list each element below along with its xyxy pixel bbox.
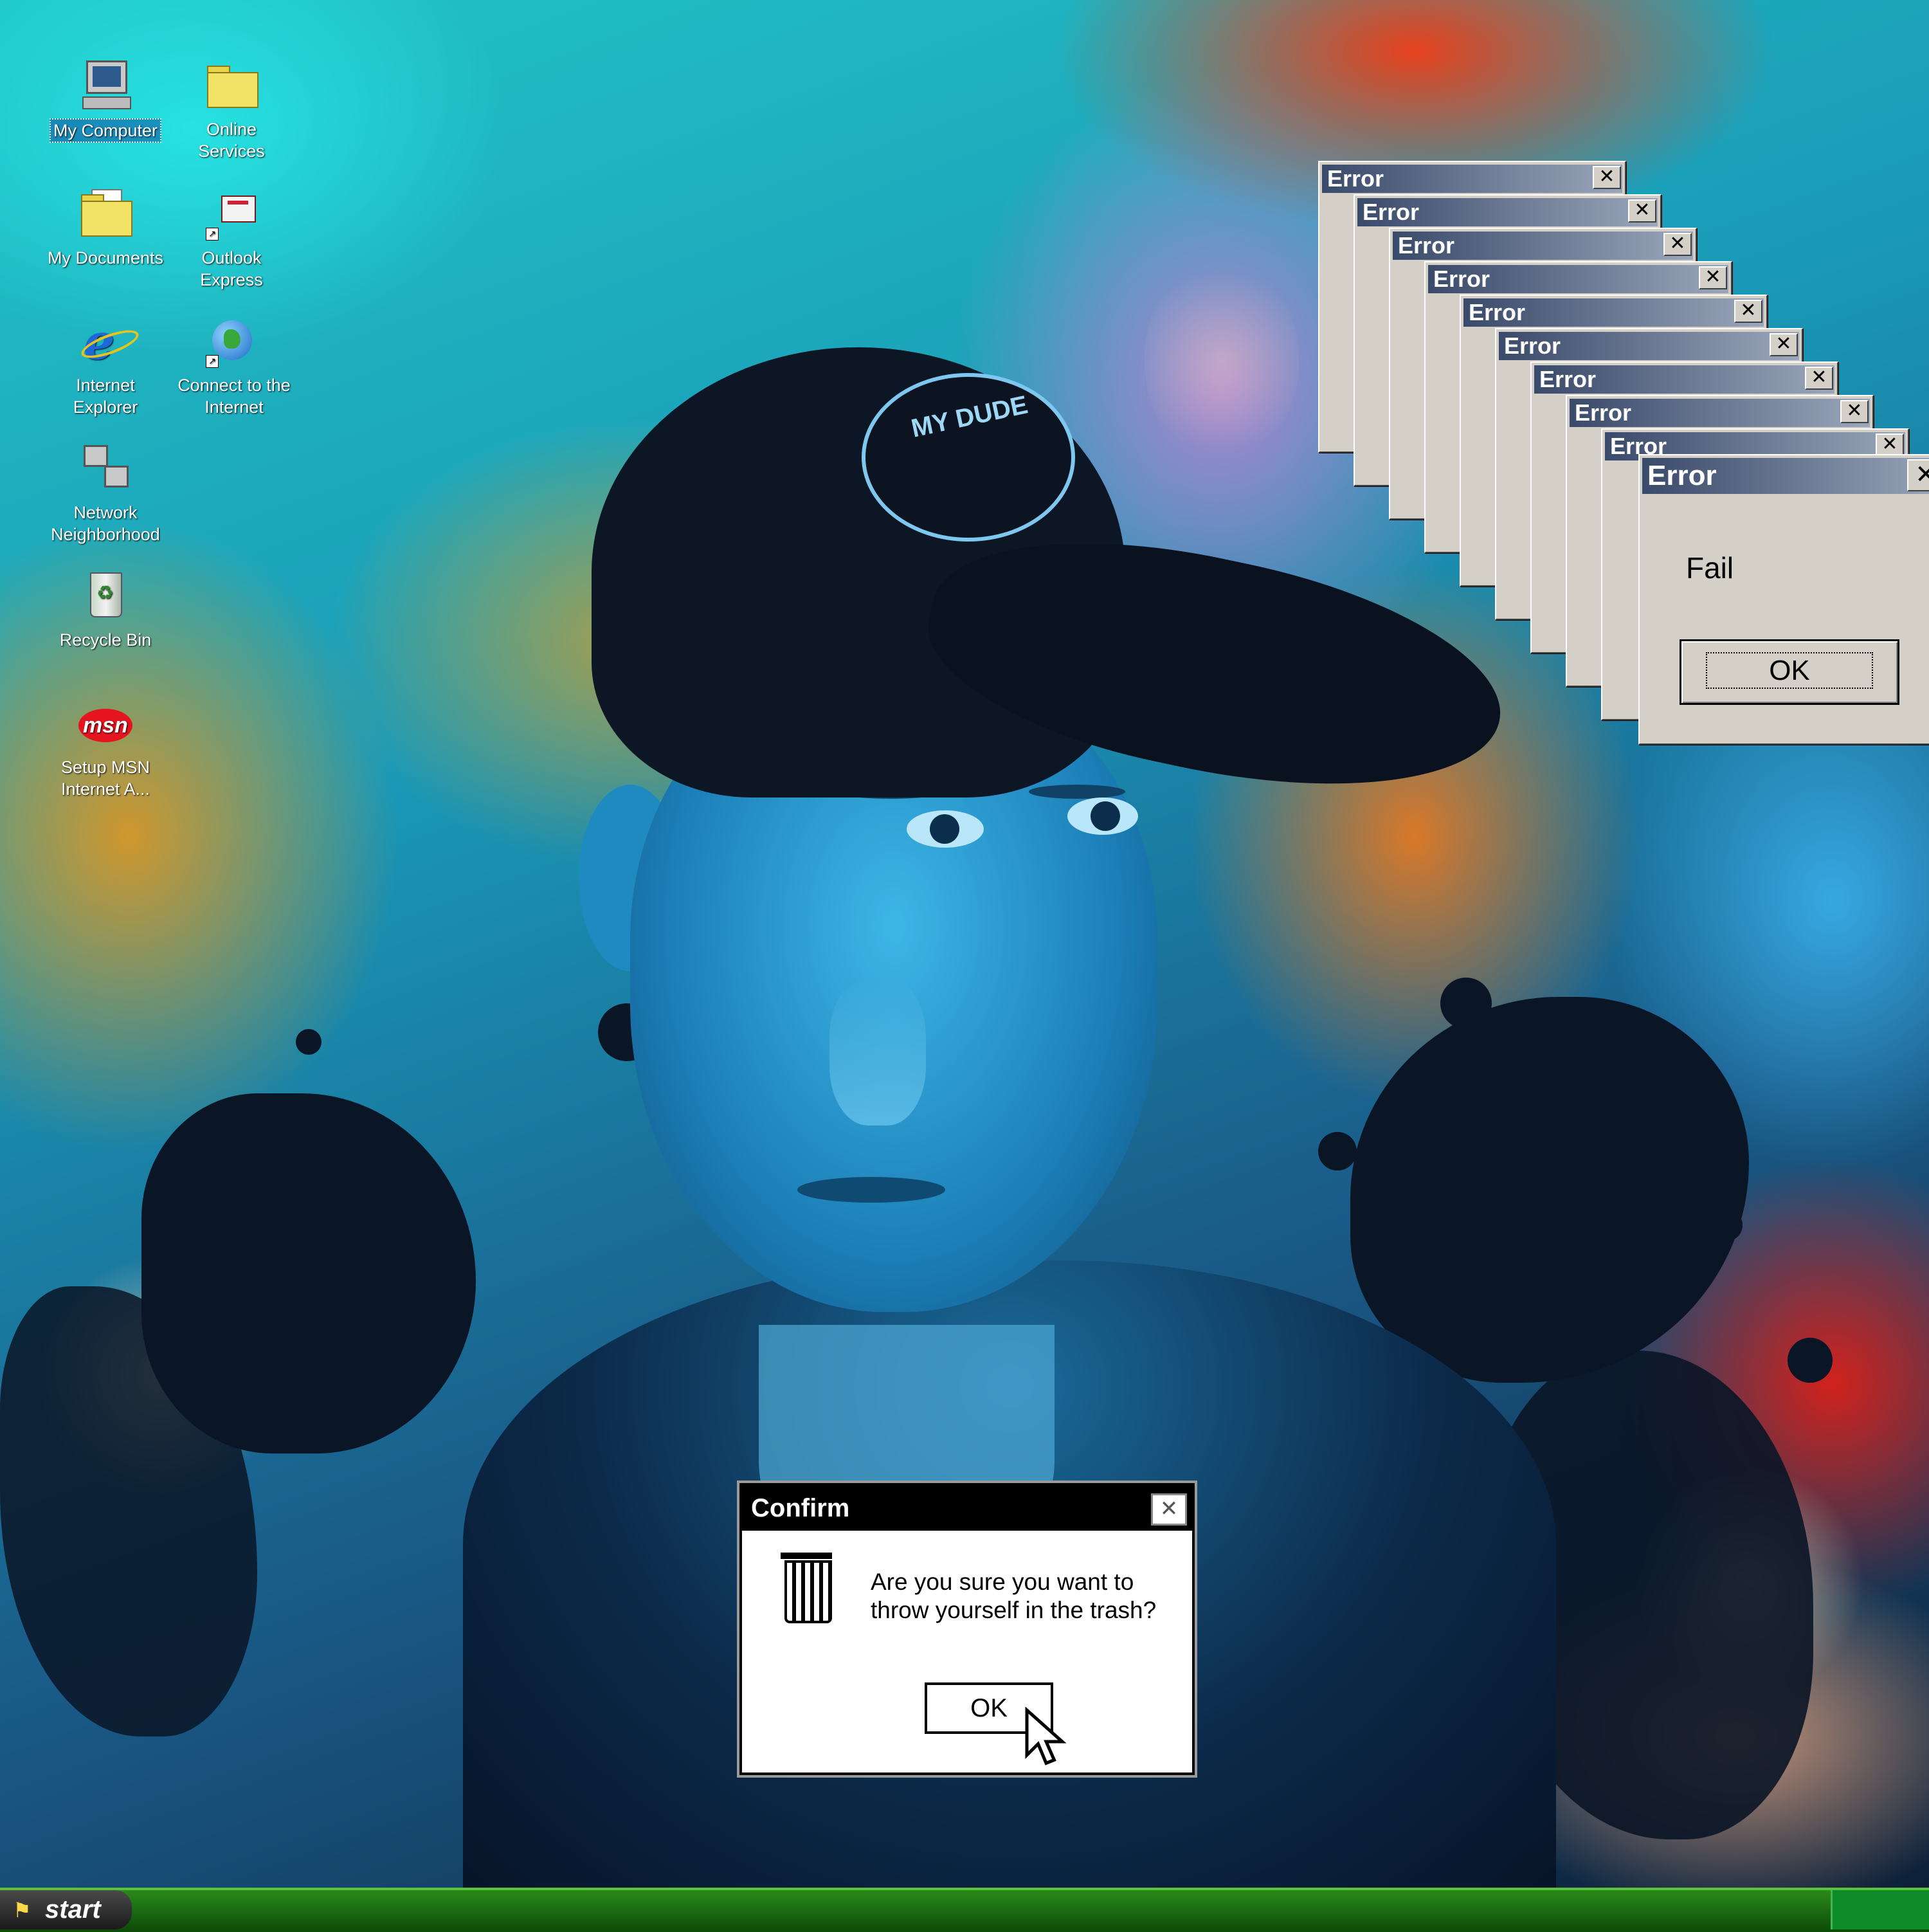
recycle-bin-icon: [77, 569, 134, 625]
start-label: start: [45, 1895, 101, 1924]
desktop-icon-label: My Documents: [47, 248, 164, 268]
confirm-dialog-title: Confirm: [742, 1486, 1192, 1531]
close-icon[interactable]: ✕: [1699, 266, 1727, 289]
cap-patch-text: MY DUDE: [909, 390, 1031, 443]
confirm-dialog[interactable]: Confirm ✕ Are you sure you want to throw…: [739, 1483, 1195, 1775]
desktop-icon-label: Internet Explorer: [73, 376, 138, 417]
close-icon[interactable]: ✕: [1805, 367, 1833, 390]
system-tray: [1831, 1890, 1929, 1929]
desktop-icon-network-neighborhood[interactable]: Network Neighborhood: [41, 441, 170, 545]
cap-patch: MY DUDE: [862, 373, 1075, 542]
error-window-title: Error: [1322, 165, 1622, 193]
close-icon[interactable]: ✕: [1770, 333, 1798, 356]
error-ok-button[interactable]: OK: [1680, 639, 1899, 705]
close-icon[interactable]: ✕: [1663, 233, 1692, 256]
close-icon[interactable]: ✕: [1151, 1493, 1187, 1526]
error-window-title: Error: [1499, 332, 1799, 360]
desktop-icon-online-services[interactable]: Online Services: [167, 58, 296, 162]
desktop-icon-internet-explorer[interactable]: e Internet Explorer: [41, 314, 170, 418]
msn-icon: msn: [77, 696, 134, 752]
desktop-icon-label: Recycle Bin: [59, 630, 152, 650]
desktop-icon-label: Outlook Express: [200, 248, 263, 289]
error-window-title: Error: [1463, 298, 1764, 327]
desktop-icon-my-documents[interactable]: My Documents: [41, 187, 170, 269]
error-window-title: Error: [1570, 399, 1870, 427]
msn-logo: msn: [78, 709, 132, 742]
desktop-icon-recycle-bin[interactable]: Recycle Bin: [41, 569, 170, 651]
taskbar: ⚑ start: [0, 1888, 1929, 1932]
eye: [1067, 797, 1138, 835]
error-message: Fail: [1686, 551, 1734, 585]
desktop-icon-label: Connect to the Internet: [177, 376, 291, 417]
desktop-icon-label: My Computer: [49, 118, 162, 143]
error-window-title: Error: [1534, 365, 1834, 394]
start-button[interactable]: ⚑ start: [0, 1890, 132, 1929]
close-icon[interactable]: ✕: [1907, 459, 1929, 491]
windows-flag-icon: ⚑: [13, 1898, 32, 1922]
ink-splat: [1788, 1338, 1833, 1383]
close-icon[interactable]: ✕: [1628, 199, 1656, 223]
desktop-icon-outlook-express[interactable]: ↗ Outlook Express: [167, 187, 296, 291]
error-window-title: Error: [1393, 232, 1693, 260]
error-window-title: Error: [1357, 198, 1658, 226]
close-icon[interactable]: ✕: [1734, 300, 1762, 323]
network-neighborhood-icon: [77, 441, 134, 498]
shortcut-arrow-icon: ↗: [206, 228, 219, 241]
mouth: [797, 1177, 945, 1203]
error-window-title: Error: [1428, 265, 1728, 293]
desktop-icon-connect-internet[interactable]: ↗ Connect to the Internet: [167, 314, 296, 418]
desktop-icon-my-computer[interactable]: My Computer: [41, 58, 170, 143]
error-ok-label: OK: [1706, 652, 1873, 689]
confirm-message: Are you sure you want to throw yourself …: [871, 1568, 1179, 1625]
desktop: MY DUDE My Computer Online Services My D…: [0, 0, 1929, 1888]
confirm-message-line: throw yourself in the trash?: [871, 1597, 1157, 1623]
close-icon[interactable]: ✕: [1876, 433, 1904, 457]
my-computer-icon: [77, 58, 134, 114]
trash-can-icon: [781, 1553, 832, 1623]
error-dialog[interactable]: Error ✕ Fail OK: [1638, 454, 1929, 745]
ink-splat: [1710, 1209, 1743, 1241]
close-icon[interactable]: ✕: [1840, 400, 1869, 423]
outlook-express-icon: ↗: [203, 187, 260, 243]
folder-icon: [203, 58, 260, 114]
desktop-icon-label: Setup MSN Internet A...: [60, 758, 150, 799]
my-documents-icon: [77, 187, 134, 243]
shortcut-arrow-icon: ↗: [206, 355, 219, 368]
connect-internet-icon: ↗: [203, 314, 260, 370]
nose: [829, 978, 926, 1125]
eyebrow: [1029, 785, 1125, 799]
ink-splat: [296, 1029, 322, 1055]
eye: [907, 810, 984, 848]
mouse-pointer-icon: [1025, 1707, 1067, 1765]
desktop-icon-label: Network Neighborhood: [51, 503, 160, 544]
error-dialog-title: Error: [1642, 458, 1929, 494]
internet-explorer-icon: e: [84, 313, 115, 370]
desktop-icon-label: Online Services: [198, 120, 265, 161]
desktop-icon-setup-msn[interactable]: msn Setup MSN Internet A...: [41, 696, 170, 800]
confirm-message-line: Are you sure you want to: [871, 1569, 1134, 1595]
close-icon[interactable]: ✕: [1593, 166, 1621, 189]
